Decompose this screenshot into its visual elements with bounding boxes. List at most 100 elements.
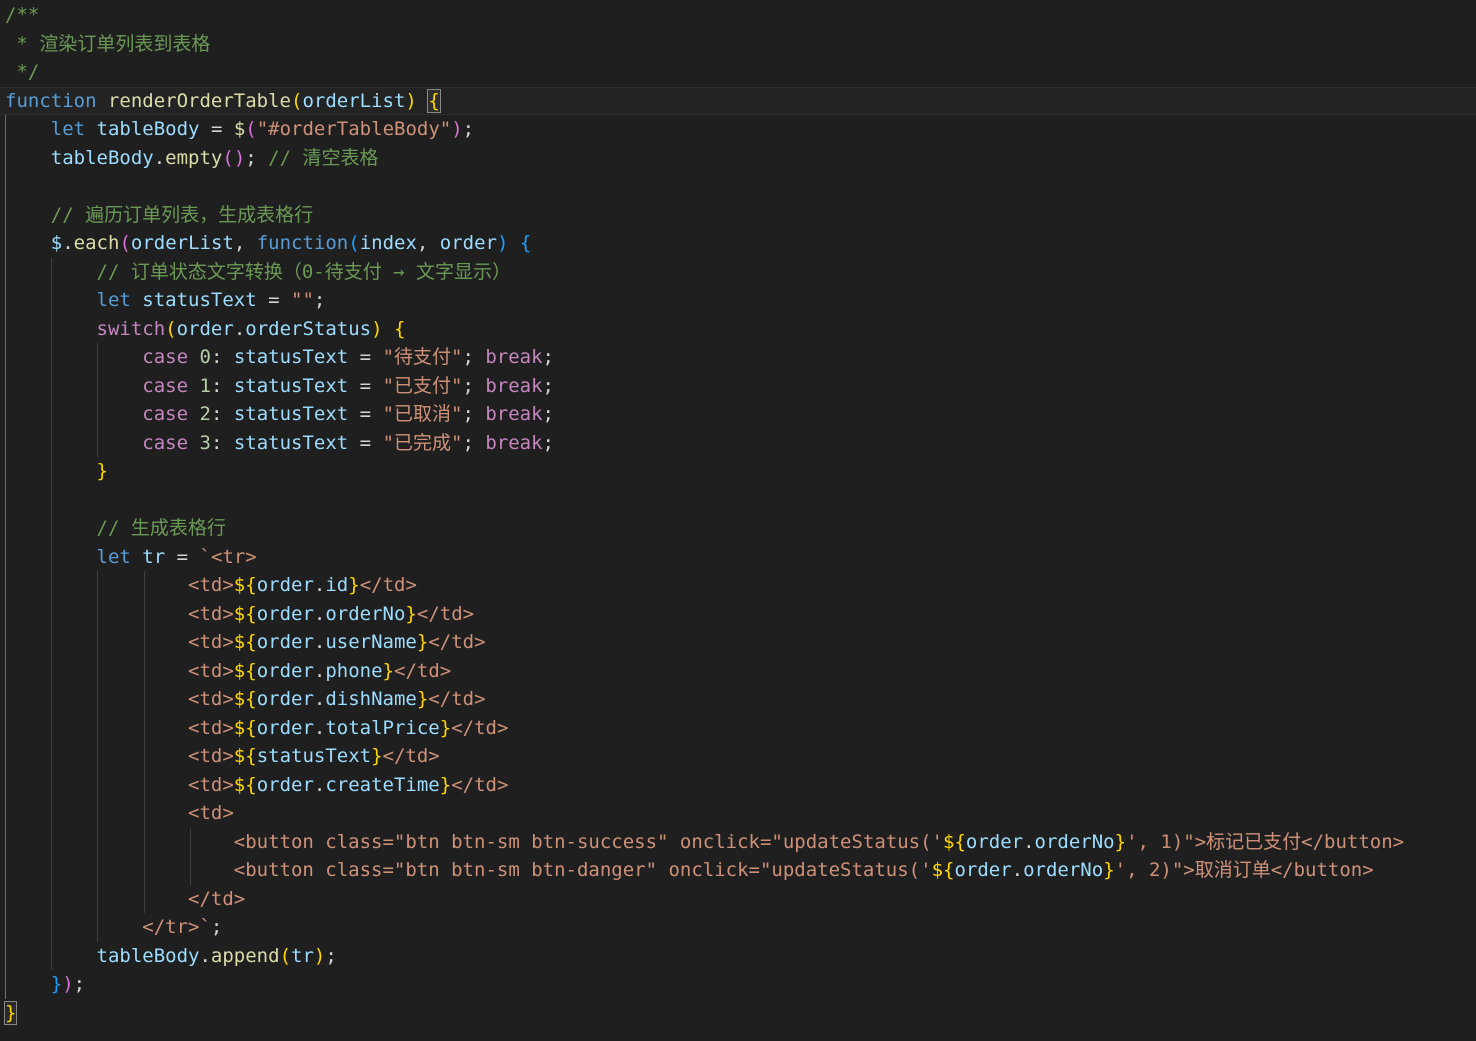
- code-line[interactable]: </tr>`;: [0, 913, 1476, 942]
- code-token: break: [485, 374, 543, 397]
- code-token: ,: [233, 232, 257, 254]
- code-line[interactable]: // 订单状态文字转换（0-待支付 → 文字显示）: [0, 258, 1476, 287]
- code-token: }: [405, 602, 417, 625]
- code-line[interactable]: }: [0, 999, 1476, 1028]
- code-line[interactable]: <td>${order.orderNo}</td>: [0, 600, 1476, 629]
- code-token: =: [348, 431, 383, 454]
- code-line[interactable]: case 1: statusText = "已支付"; break;: [0, 372, 1476, 401]
- code-token: <td>: [188, 773, 234, 796]
- code-line[interactable]: <td>: [0, 799, 1476, 828]
- code-token: {: [394, 317, 406, 340]
- code-token: order: [256, 773, 314, 796]
- code-token: }: [416, 631, 429, 653]
- code-token: 0: [199, 346, 211, 368]
- code-line[interactable]: tableBody.empty(); // 清空表格: [0, 144, 1476, 173]
- code-line[interactable]: <button class="btn btn-sm btn-danger" on…: [0, 856, 1476, 885]
- code-token: order: [954, 859, 1012, 881]
- code-line[interactable]: [0, 172, 1476, 201]
- code-line[interactable]: }: [0, 457, 1476, 486]
- code-token: case: [142, 374, 189, 397]
- code-token: </td>: [428, 631, 486, 653]
- code-token: order: [256, 602, 314, 625]
- code-line[interactable]: case 0: statusText = "待支付"; break;: [0, 343, 1476, 372]
- code-line[interactable]: /**: [0, 1, 1476, 30]
- code-token: .: [1011, 859, 1024, 881]
- code-line[interactable]: tableBody.append(tr);: [0, 942, 1476, 971]
- code-line[interactable]: */: [0, 58, 1476, 87]
- code-token: }: [371, 745, 383, 767]
- code-line[interactable]: * 渲染订单列表到表格: [0, 30, 1476, 59]
- code-token: ): [497, 232, 509, 254]
- code-token: .: [313, 631, 326, 653]
- code-line[interactable]: <td>${order.createTime}</td>: [0, 771, 1476, 800]
- code-token: order: [176, 317, 234, 340]
- code-line[interactable]: <td>${order.id}</td>: [0, 571, 1476, 600]
- code-token: }: [1114, 830, 1127, 853]
- code-line[interactable]: let tr = `<tr>: [0, 543, 1476, 572]
- code-token: statusText: [233, 346, 349, 368]
- code-token: }: [348, 574, 360, 596]
- code-token: <td>: [188, 688, 234, 710]
- code-token: function: [5, 89, 97, 112]
- code-editor[interactable]: /** * 渲染订单列表到表格 */ function renderOrderTa…: [0, 0, 1476, 1041]
- code-token: ${: [233, 602, 257, 625]
- code-token: ${: [233, 773, 257, 796]
- code-line[interactable]: let statusText = "";: [0, 286, 1476, 315]
- code-token: ;: [542, 403, 554, 425]
- code-line[interactable]: switch(order.orderStatus) {: [0, 315, 1476, 344]
- code-line[interactable]: <td>${statusText}</td>: [0, 742, 1476, 771]
- code-line[interactable]: </td>: [0, 885, 1476, 914]
- code-token: ;: [542, 431, 554, 454]
- code-token: // 清空表格: [268, 146, 379, 169]
- code-line[interactable]: case 3: statusText = "已完成"; break;: [0, 429, 1476, 458]
- code-token: </td>: [394, 659, 452, 682]
- code-line[interactable]: // 生成表格行: [0, 514, 1476, 543]
- code-token: :: [210, 374, 234, 397]
- code-token: tableBody: [50, 146, 154, 169]
- code-line[interactable]: <td>${order.phone}</td>: [0, 657, 1476, 686]
- code-token: /**: [5, 4, 40, 26]
- code-token: * 渲染订单列表到表格: [5, 32, 211, 55]
- code-token: order: [256, 716, 314, 739]
- code-token: .: [153, 146, 166, 169]
- code-token: }: [3, 1000, 18, 1025]
- code-token: "": [291, 289, 314, 311]
- code-token: ): [313, 944, 326, 967]
- code-line[interactable]: });: [0, 970, 1476, 999]
- code-token: let: [96, 545, 131, 568]
- code-line[interactable]: <td>${order.totalPrice}</td>: [0, 714, 1476, 743]
- code-line[interactable]: let tableBody = $("#orderTableBody");: [0, 115, 1476, 144]
- code-token: break: [485, 346, 543, 368]
- code-line[interactable]: // 遍历订单列表，生成表格行: [0, 201, 1476, 230]
- code-line[interactable]: [0, 486, 1476, 515]
- code-token: 2: [199, 403, 211, 425]
- code-token: 3: [199, 431, 211, 454]
- code-line[interactable]: $.each(orderList, function(index, order)…: [0, 229, 1476, 258]
- code-token: statusText: [142, 289, 257, 311]
- code-line[interactable]: <td>${order.userName}</td>: [0, 628, 1476, 657]
- code-line[interactable]: <button class="btn btn-sm btn-success" o…: [0, 828, 1476, 857]
- code-line[interactable]: case 2: statusText = "已取消"; break;: [0, 400, 1476, 429]
- code-token: ${: [233, 745, 257, 767]
- code-line[interactable]: function renderOrderTable(orderList) {: [0, 86, 1476, 115]
- code-token: ;: [462, 118, 475, 140]
- code-token: phone: [325, 659, 383, 682]
- code-token: ;: [210, 916, 223, 938]
- code-line[interactable]: <td>${order.dishName}</td>: [0, 685, 1476, 714]
- code-token: .: [313, 688, 326, 710]
- code-token: ;: [462, 346, 486, 368]
- code-token: .: [62, 232, 74, 254]
- code-token: 1: [199, 374, 211, 397]
